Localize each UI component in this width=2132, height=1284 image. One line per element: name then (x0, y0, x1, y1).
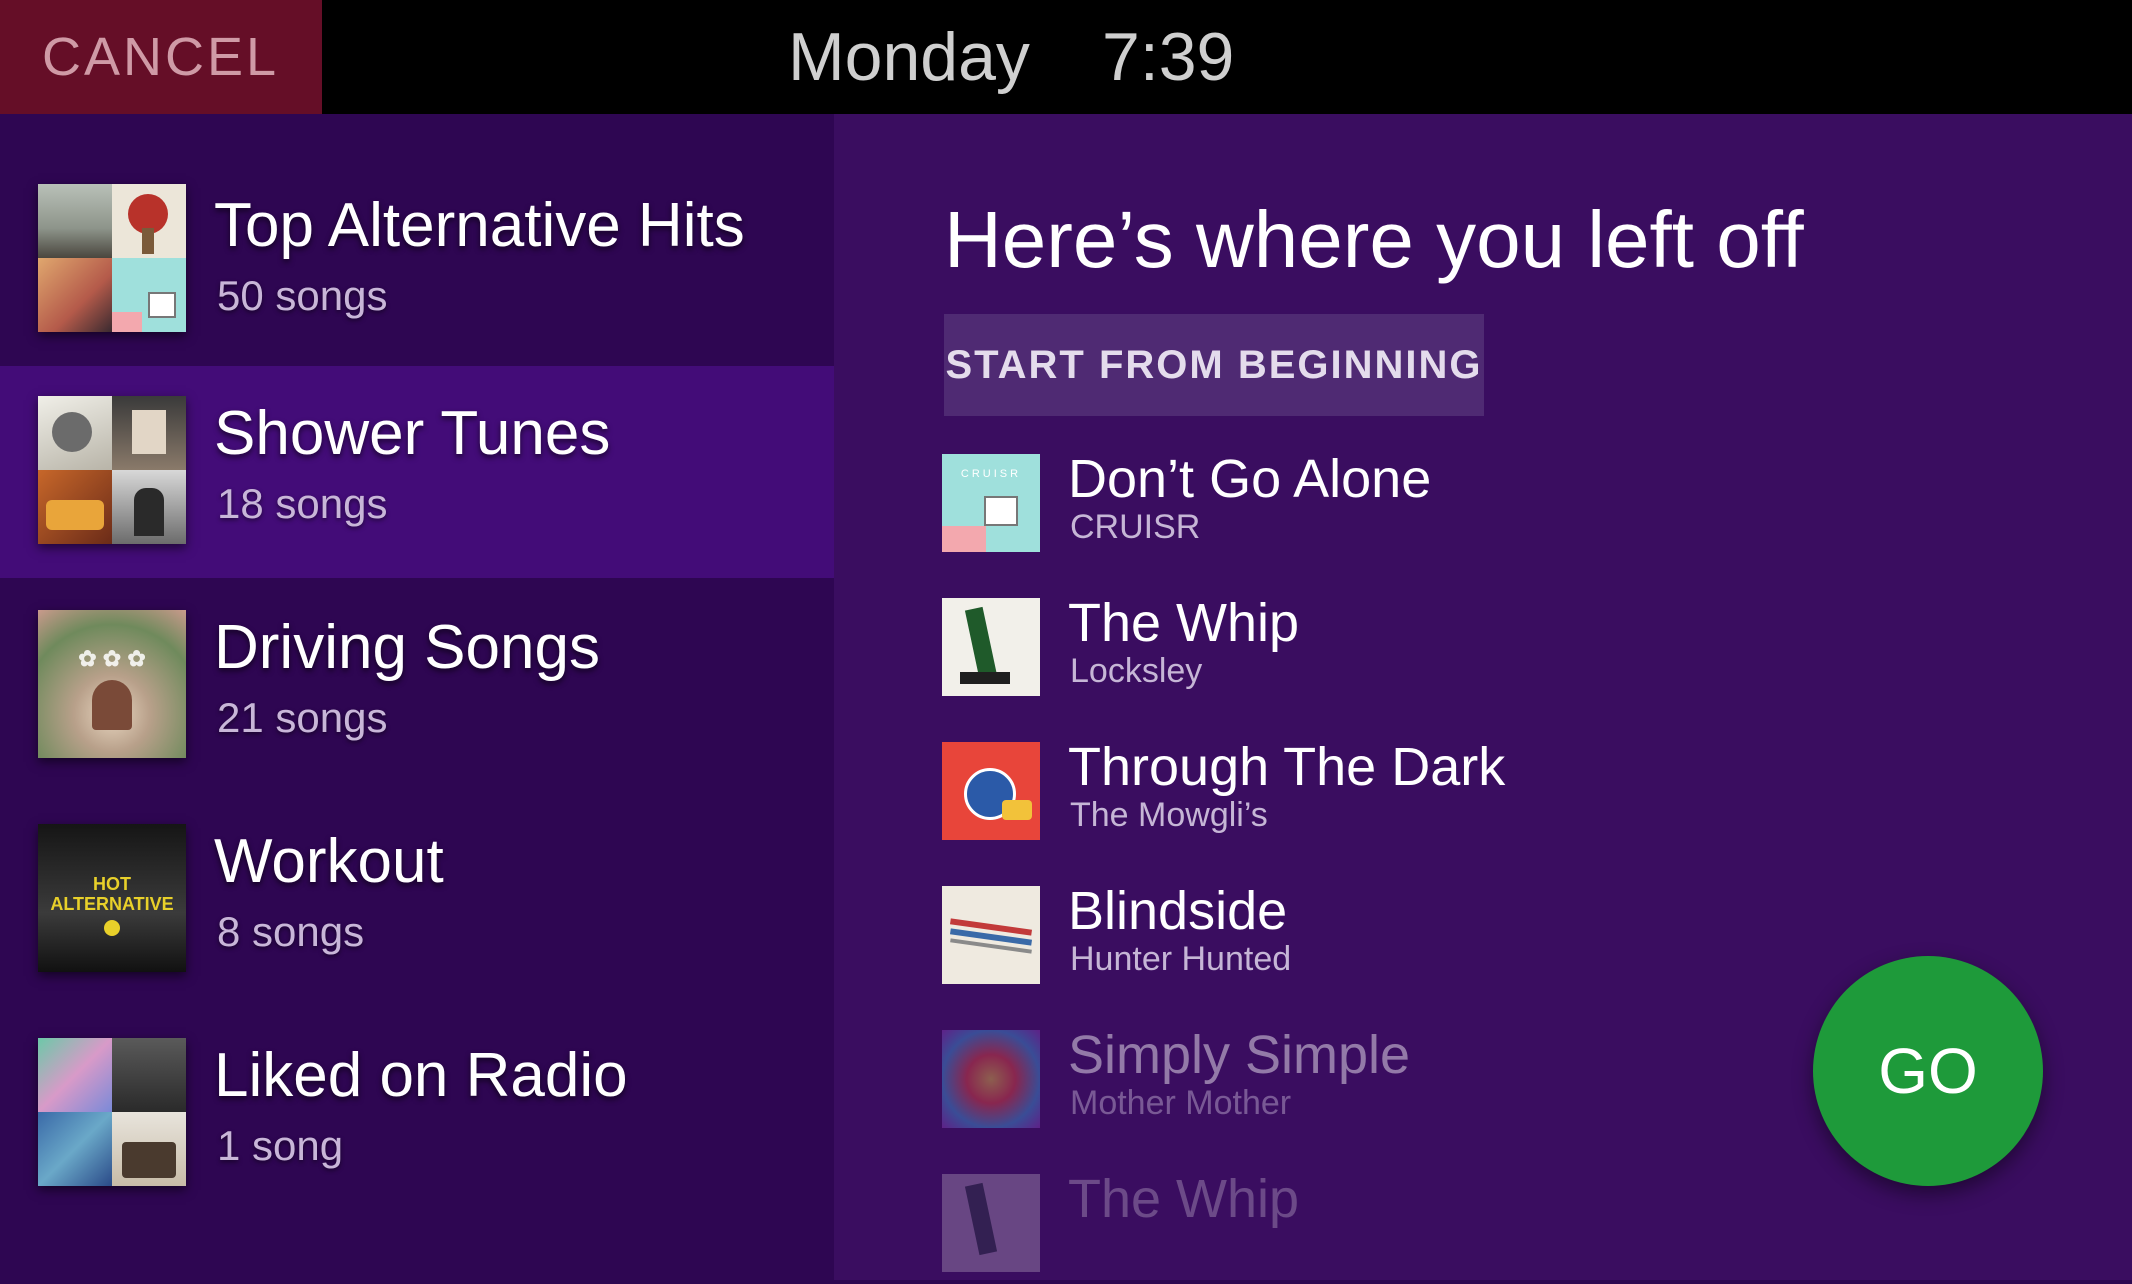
track-artist: CRUISR (1070, 508, 1201, 546)
go-button[interactable]: GO (1813, 956, 2043, 1186)
track-title: Don’t Go Alone (1068, 449, 1432, 509)
track-art (942, 1174, 1040, 1272)
playlist-count: 18 songs (217, 480, 388, 527)
track-art (942, 1030, 1040, 1128)
playlist-item-liked-on-radio[interactable]: Liked on Radio 1 song (0, 1008, 834, 1220)
start-from-beginning-button[interactable]: START FROM BEGINNING (944, 314, 1484, 416)
track-art (942, 886, 1040, 984)
playlist-count: 1 song (217, 1122, 344, 1169)
playlist-count: 50 songs (217, 272, 388, 319)
track-artist: Mother Mother (1070, 1084, 1292, 1122)
playlist-count: 21 songs (217, 694, 388, 741)
playlist-item-top-alternative-hits[interactable]: Top Alternative Hits 50 songs (0, 114, 834, 332)
track-artist: Hunter Hunted (1070, 940, 1292, 978)
playlist-sidebar: Top Alternative Hits 50 songs Shower Tun… (0, 114, 834, 1280)
art-text: CRUISR (960, 468, 1022, 480)
playlist-count: 8 songs (217, 908, 365, 955)
track-title: The Whip (1068, 593, 1300, 653)
playlist-art (38, 1038, 186, 1186)
track-title: Through The Dark (1068, 737, 1506, 797)
playlist-art (38, 184, 186, 332)
track-title: Blindside (1068, 881, 1288, 941)
playlist-title: Top Alternative Hits (214, 191, 745, 260)
track-art: CRUISR (942, 454, 1040, 552)
track-row[interactable]: Through The Dark The Mowgli’s (942, 737, 1842, 852)
playlist-item-driving-songs[interactable]: ✿ ✿ ✿ Driving Songs 21 songs (0, 580, 834, 792)
playlist-title: Liked on Radio (214, 1041, 628, 1110)
art-text: HOT (93, 874, 131, 894)
playlist-title: Driving Songs (214, 613, 600, 682)
playlist-art (38, 396, 186, 544)
clock-day: Monday (788, 19, 1030, 95)
track-title: Simply Simple (1068, 1025, 1411, 1085)
page-title: Here’s where you left off (944, 195, 1804, 284)
track-art (942, 598, 1040, 696)
playlist-title: Shower Tunes (214, 399, 611, 468)
track-artist: The Mowgli’s (1070, 796, 1268, 834)
track-artist: Locksley (1070, 652, 1203, 690)
track-row[interactable]: CRUISR Don’t Go Alone CRUISR (942, 449, 1842, 564)
art-text: ALTERNATIVE (50, 894, 174, 914)
track-row[interactable]: The Whip Locksley (942, 593, 1842, 708)
top-bar: CANCEL Monday 7:39 am (0, 0, 2132, 173)
cancel-button[interactable]: CANCEL (0, 0, 322, 114)
playlist-art: ✿ ✿ ✿ (38, 610, 186, 758)
playlist-title: Workout (214, 827, 444, 896)
track-row[interactable]: Simply Simple Mother Mother (942, 1025, 1842, 1140)
track-row[interactable]: The Whip (942, 1169, 1842, 1284)
playlist-item-shower-tunes[interactable]: Shower Tunes 18 songs (0, 366, 834, 578)
track-title: The Whip (1068, 1169, 1300, 1229)
playlist-art: HOT ALTERNATIVE (38, 824, 186, 972)
track-row[interactable]: Blindside Hunter Hunted (942, 881, 1842, 996)
track-art (942, 742, 1040, 840)
playlist-item-workout[interactable]: HOT ALTERNATIVE Workout 8 songs (0, 794, 834, 1006)
